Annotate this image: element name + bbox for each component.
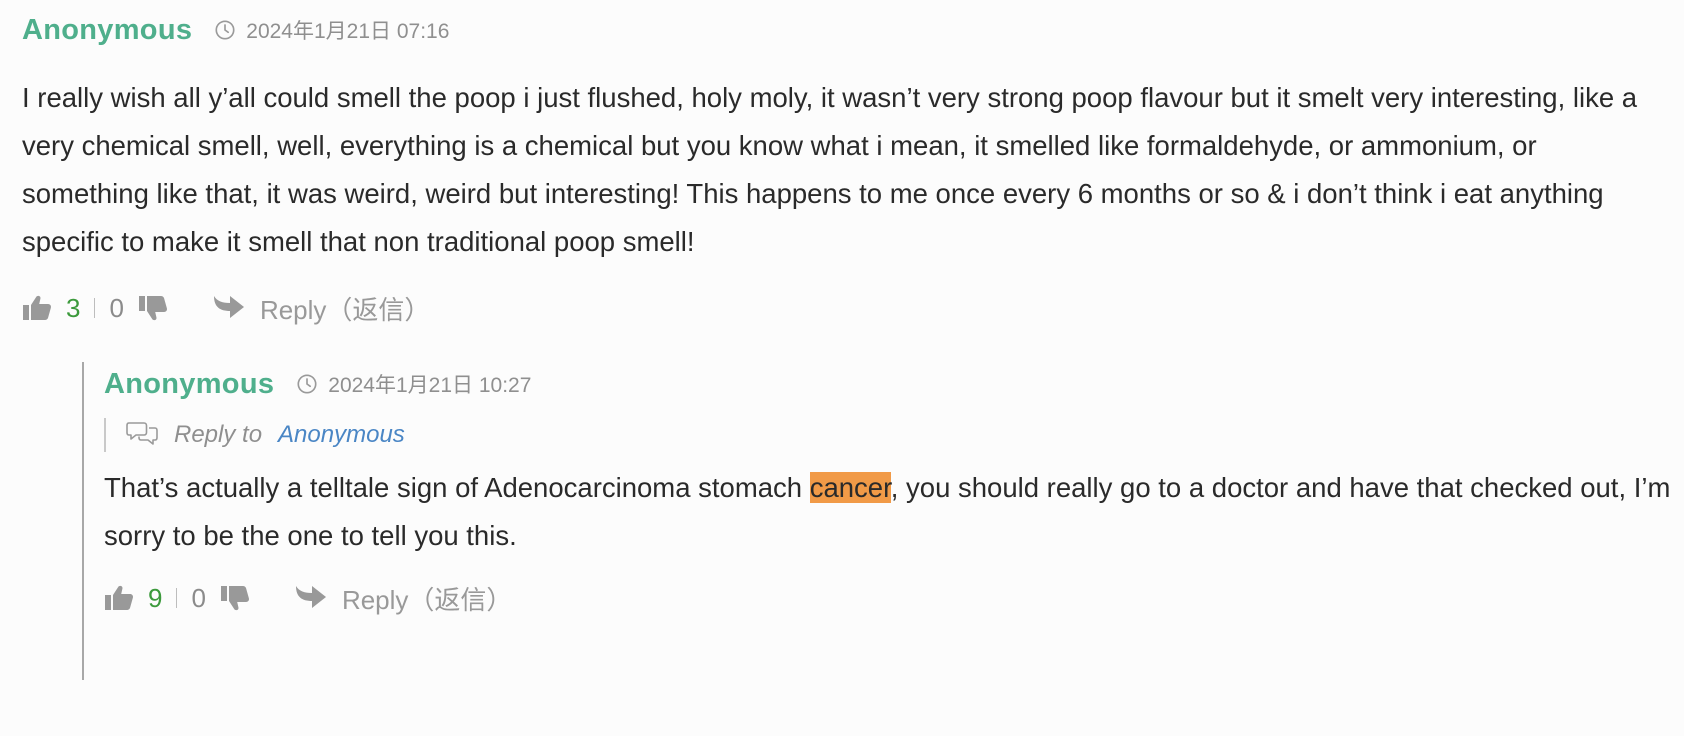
comment-body-text: That’s actually a telltale sign of Adeno… [104, 472, 810, 503]
comment-meta: Anonymous 2024年1月21日 10:27 [104, 362, 1672, 406]
clock-icon [296, 373, 318, 395]
reply-to-label: Reply to [174, 421, 263, 448]
comment-meta: Anonymous 2024年1月21日 07:16 [22, 8, 1662, 52]
comment-actions: 9 0 Reply（返信） [104, 578, 1672, 618]
reply-to-reference: Reply to Anonymous [104, 418, 1672, 452]
thumbs-up-icon[interactable] [104, 584, 134, 612]
thumbs-down-icon[interactable] [220, 584, 250, 612]
reply-button[interactable]: Reply（返信） [342, 580, 512, 617]
reply-to-link[interactable]: Anonymous [278, 421, 405, 449]
comment-date: 2024年1月21日 10:27 [328, 374, 532, 397]
comment-author[interactable]: Anonymous [22, 14, 192, 47]
thumbs-up-icon[interactable] [22, 294, 52, 322]
clock-icon [214, 19, 236, 41]
comment-body: That’s actually a telltale sign of Adeno… [104, 464, 1672, 560]
reply-arrow-icon[interactable] [212, 293, 246, 323]
vote-divider [94, 298, 96, 318]
speech-bubbles-icon [126, 419, 158, 452]
reply-comment: Anonymous 2024年1月21日 10:27 Reply to Anon… [82, 362, 1672, 618]
comment-body: I really wish all y’all could smell the … [22, 82, 1638, 257]
downvote-count: 0 [109, 292, 124, 323]
downvote-count: 0 [191, 582, 206, 613]
reply-button[interactable]: Reply（返信） [260, 290, 430, 327]
thumbs-down-icon[interactable] [138, 294, 168, 322]
comment: Anonymous 2024年1月21日 07:16 I really wish… [22, 8, 1662, 328]
upvote-count: 9 [148, 582, 163, 613]
highlighted-word: cancer [809, 472, 891, 503]
reply-arrow-icon[interactable] [294, 583, 328, 613]
comment-actions: 3 0 Reply（返信） [22, 288, 1662, 328]
comment-author[interactable]: Anonymous [104, 368, 274, 401]
upvote-count: 3 [66, 292, 81, 323]
comment-date: 2024年1月21日 07:16 [246, 20, 450, 43]
vote-divider [176, 588, 178, 608]
